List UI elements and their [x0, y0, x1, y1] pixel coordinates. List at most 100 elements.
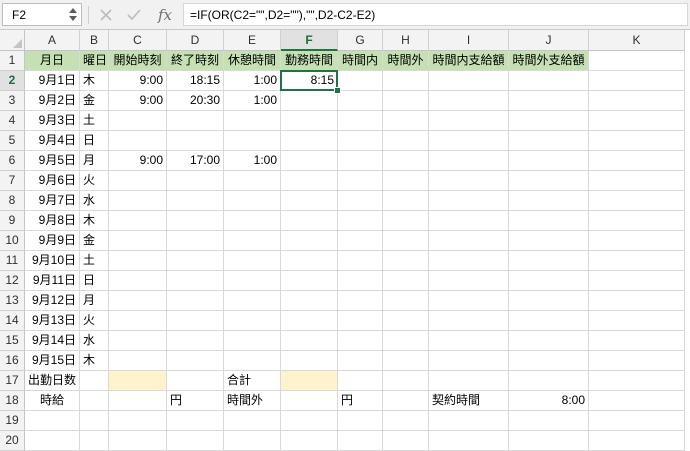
- cell-i8[interactable]: [429, 191, 509, 211]
- cell-h2[interactable]: [383, 71, 429, 91]
- cell-b9[interactable]: 木: [80, 211, 109, 231]
- cell-k3[interactable]: [589, 91, 685, 111]
- cell-g14[interactable]: [338, 311, 383, 331]
- cell-c2[interactable]: 9:00: [109, 71, 167, 91]
- cell-g1[interactable]: 時間内: [338, 51, 383, 71]
- cell-e9[interactable]: [224, 211, 281, 231]
- cell-e14[interactable]: [224, 311, 281, 331]
- cell-b16[interactable]: 木: [80, 351, 109, 371]
- cell-b11[interactable]: 土: [80, 251, 109, 271]
- cell-i19[interactable]: [429, 411, 509, 431]
- cell-c9[interactable]: [109, 211, 167, 231]
- cell-f11[interactable]: [281, 251, 338, 271]
- cell-d10[interactable]: [167, 231, 224, 251]
- row-header-11[interactable]: 11: [0, 251, 25, 271]
- cell-g6[interactable]: [338, 151, 383, 171]
- cell-h20[interactable]: [383, 431, 429, 451]
- cell-k18[interactable]: [589, 391, 685, 411]
- cell-j1[interactable]: 時間外支給額: [509, 51, 589, 71]
- cell-i2[interactable]: [429, 71, 509, 91]
- cell-g3[interactable]: [338, 91, 383, 111]
- cell-a14[interactable]: 9月13日: [25, 311, 80, 331]
- row-header-18[interactable]: 18: [0, 391, 25, 411]
- cell-j6[interactable]: [509, 151, 589, 171]
- cell-i15[interactable]: [429, 331, 509, 351]
- column-header-a[interactable]: A: [25, 30, 80, 51]
- cell-h11[interactable]: [383, 251, 429, 271]
- row-header-2[interactable]: 2: [0, 71, 25, 91]
- cell-d1[interactable]: 終了時刻: [167, 51, 224, 71]
- cell-c11[interactable]: [109, 251, 167, 271]
- column-header-h[interactable]: H: [383, 30, 429, 51]
- cell-i3[interactable]: [429, 91, 509, 111]
- cell-i17[interactable]: [429, 371, 509, 391]
- cell-k1[interactable]: [589, 51, 685, 71]
- row-header-5[interactable]: 5: [0, 131, 25, 151]
- column-header-j[interactable]: J: [509, 30, 589, 51]
- cell-g10[interactable]: [338, 231, 383, 251]
- cell-e12[interactable]: [224, 271, 281, 291]
- cell-c4[interactable]: [109, 111, 167, 131]
- column-header-k[interactable]: K: [589, 30, 685, 51]
- cell-j4[interactable]: [509, 111, 589, 131]
- cell-h4[interactable]: [383, 111, 429, 131]
- cell-e16[interactable]: [224, 351, 281, 371]
- cell-j17[interactable]: [509, 371, 589, 391]
- cell-d18[interactable]: 円: [167, 391, 224, 411]
- cell-j9[interactable]: [509, 211, 589, 231]
- cell-h5[interactable]: [383, 131, 429, 151]
- cell-e11[interactable]: [224, 251, 281, 271]
- cell-f16[interactable]: [281, 351, 338, 371]
- cell-d14[interactable]: [167, 311, 224, 331]
- cell-a1[interactable]: 月日: [25, 51, 80, 71]
- row-header-7[interactable]: 7: [0, 171, 25, 191]
- cell-i10[interactable]: [429, 231, 509, 251]
- cell-h3[interactable]: [383, 91, 429, 111]
- cell-c17[interactable]: [109, 371, 167, 391]
- cell-f1[interactable]: 勤務時間: [281, 51, 338, 71]
- cell-b15[interactable]: 水: [80, 331, 109, 351]
- cell-f10[interactable]: [281, 231, 338, 251]
- cell-f20[interactable]: [281, 431, 338, 451]
- cell-e7[interactable]: [224, 171, 281, 191]
- cell-a19[interactable]: [25, 411, 80, 431]
- cell-j14[interactable]: [509, 311, 589, 331]
- cell-i6[interactable]: [429, 151, 509, 171]
- cell-f19[interactable]: [281, 411, 338, 431]
- cell-g11[interactable]: [338, 251, 383, 271]
- cell-f13[interactable]: [281, 291, 338, 311]
- cell-j16[interactable]: [509, 351, 589, 371]
- cell-b6[interactable]: 月: [80, 151, 109, 171]
- cell-e18[interactable]: 時間外: [224, 391, 281, 411]
- cell-a6[interactable]: 9月5日: [25, 151, 80, 171]
- cell-h16[interactable]: [383, 351, 429, 371]
- column-header-i[interactable]: I: [429, 30, 509, 51]
- row-header-3[interactable]: 3: [0, 91, 25, 111]
- cell-c20[interactable]: [109, 431, 167, 451]
- cell-d6[interactable]: 17:00: [167, 151, 224, 171]
- row-header-17[interactable]: 17: [0, 371, 25, 391]
- column-header-d[interactable]: D: [167, 30, 224, 51]
- cell-c16[interactable]: [109, 351, 167, 371]
- column-header-e[interactable]: E: [224, 30, 281, 51]
- cell-b12[interactable]: 日: [80, 271, 109, 291]
- cell-c6[interactable]: 9:00: [109, 151, 167, 171]
- cell-b18[interactable]: [80, 391, 109, 411]
- cell-d4[interactable]: [167, 111, 224, 131]
- cell-j3[interactable]: [509, 91, 589, 111]
- cell-h19[interactable]: [383, 411, 429, 431]
- cell-f6[interactable]: [281, 151, 338, 171]
- enter-check-icon[interactable]: [122, 3, 146, 26]
- cell-h13[interactable]: [383, 291, 429, 311]
- column-header-g[interactable]: G: [338, 30, 383, 51]
- cell-k10[interactable]: [589, 231, 685, 251]
- cell-k15[interactable]: [589, 331, 685, 351]
- cell-g7[interactable]: [338, 171, 383, 191]
- cell-j20[interactable]: [509, 431, 589, 451]
- cell-k19[interactable]: [589, 411, 685, 431]
- cell-f2[interactable]: 8:15: [281, 71, 338, 91]
- cell-c1[interactable]: 開始時刻: [109, 51, 167, 71]
- cell-e1[interactable]: 休憩時間: [224, 51, 281, 71]
- cell-j15[interactable]: [509, 331, 589, 351]
- cell-j13[interactable]: [509, 291, 589, 311]
